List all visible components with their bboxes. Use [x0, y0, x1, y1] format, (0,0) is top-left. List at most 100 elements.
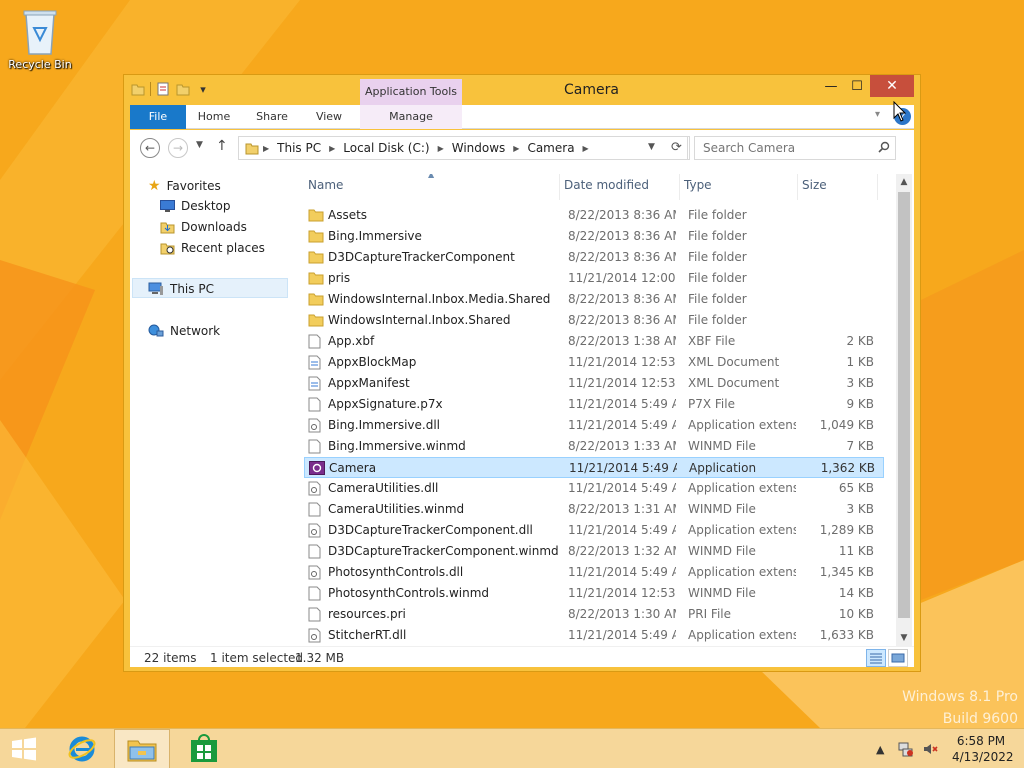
- file-date-modified: 11/21/2014 5:49 AM: [568, 397, 676, 411]
- file-type: Application extens...: [688, 418, 796, 432]
- show-hidden-icons-button[interactable]: ▲: [876, 729, 884, 768]
- file-name: CameraUtilities.dll: [328, 481, 439, 495]
- tab-manage[interactable]: Manage: [360, 105, 462, 129]
- file-row[interactable]: PhotosynthControls.winmd 11/21/2014 12:53…: [304, 583, 884, 604]
- file-type: WINMD File: [688, 586, 756, 600]
- file-row[interactable]: WindowsInternal.Inbox.Media.Shared 8/22/2…: [304, 289, 884, 310]
- tab-home[interactable]: Home: [190, 105, 238, 129]
- file-type: File folder: [688, 250, 747, 264]
- file-row[interactable]: PhotosynthControls.dll 11/21/2014 5:49 AM…: [304, 562, 884, 583]
- file-row[interactable]: App.xbf 8/22/2013 1:38 AM XBF File 2 KB: [304, 331, 884, 352]
- file-size: 9 KB: [846, 397, 874, 411]
- start-button[interactable]: [0, 729, 48, 768]
- nav-favorites[interactable]: ★ Favorites: [148, 178, 221, 194]
- breadcrumb-windows[interactable]: Windows: [452, 141, 506, 155]
- file-row[interactable]: Camera 11/21/2014 5:49 AM Application 1,362…: [304, 457, 884, 478]
- file-row[interactable]: D3DCaptureTrackerComponent.winmd 8/22/201…: [304, 541, 884, 562]
- new-folder-icon[interactable]: [175, 81, 191, 97]
- downloads-icon: [160, 222, 175, 234]
- breadcrumb-local-disk[interactable]: Local Disk (C:): [343, 141, 429, 155]
- scroll-down-icon[interactable]: ▼: [896, 630, 912, 646]
- file-name: AppxBlockMap: [328, 355, 417, 369]
- breadcrumb-camera[interactable]: Camera: [527, 141, 574, 155]
- network-tray-icon[interactable]: [898, 729, 914, 768]
- search-icon[interactable]: [878, 141, 890, 153]
- recycle-bin-shortcut[interactable]: Recycle Bin: [4, 6, 76, 71]
- file-type: Application: [689, 461, 757, 475]
- file-date-modified: 11/21/2014 5:49 AM: [569, 461, 677, 475]
- file-name: resources.pri: [328, 607, 406, 621]
- store-icon: [191, 734, 217, 762]
- column-header-date[interactable]: Date modified: [560, 174, 680, 200]
- file-row[interactable]: Assets 8/22/2013 8:36 AM File folder: [304, 205, 884, 226]
- tab-file[interactable]: File: [130, 105, 186, 129]
- file-row[interactable]: AppxBlockMap 11/21/2014 12:53 ... XML Docu…: [304, 352, 884, 373]
- file-type: File folder: [688, 271, 747, 285]
- minimize-button[interactable]: —: [818, 75, 844, 97]
- close-button[interactable]: ✕: [870, 75, 914, 97]
- column-header-size[interactable]: Size: [798, 174, 878, 200]
- file-name: WindowsInternal.Inbox.Media.Shared: [328, 292, 551, 306]
- details-view-button[interactable]: [866, 649, 886, 667]
- refresh-button[interactable]: ⟳: [666, 136, 688, 160]
- tab-share[interactable]: Share: [250, 105, 294, 129]
- nav-desktop[interactable]: Desktop: [160, 199, 231, 213]
- file-name: WindowsInternal.Inbox.Shared: [328, 313, 511, 327]
- file-row[interactable]: StitcherRT.dll 11/21/2014 5:49 AM Applicat…: [304, 625, 884, 644]
- file-date-modified: 8/22/2013 1:38 AM: [568, 334, 676, 348]
- maximize-button[interactable]: ☐: [844, 75, 870, 97]
- up-button[interactable]: ↑: [216, 138, 228, 154]
- taskbar-internet-explorer[interactable]: [54, 729, 110, 768]
- large-icons-view-button[interactable]: [888, 649, 908, 667]
- file-row[interactable]: CameraUtilities.winmd 8/22/2013 1:31 AM WI…: [304, 499, 884, 520]
- file-row[interactable]: Bing.Immersive.dll 11/21/2014 5:49 AM Appl…: [304, 415, 884, 436]
- vertical-scrollbar[interactable]: ▲ ▼: [896, 174, 912, 646]
- folder-icon: [308, 271, 324, 288]
- file-row[interactable]: CameraUtilities.dll 11/21/2014 5:49 AM App…: [304, 478, 884, 499]
- folder-icon: [308, 229, 324, 246]
- file-date-modified: 8/22/2013 1:31 AM: [568, 502, 676, 516]
- volume-tray-icon[interactable]: [922, 729, 938, 768]
- title-bar[interactable]: ▾ Application Tools Camera — ☐ ✕: [124, 75, 920, 105]
- back-button[interactable]: ←: [140, 138, 160, 158]
- file-date-modified: 11/21/2014 12:53 ...: [568, 376, 676, 390]
- file-row[interactable]: resources.pri 8/22/2013 1:30 AM PRI File 10…: [304, 604, 884, 625]
- file-row[interactable]: pris 11/21/2014 12:00 ... File folder: [304, 268, 884, 289]
- file-row[interactable]: AppxSignature.p7x 11/21/2014 5:49 AM P7X F…: [304, 394, 884, 415]
- file-size: 3 KB: [846, 376, 874, 390]
- nav-network[interactable]: Network: [148, 324, 220, 338]
- file-date-modified: 8/22/2013 1:30 AM: [568, 607, 676, 621]
- nav-this-pc[interactable]: This PC: [148, 282, 214, 296]
- recent-locations-chevron-icon[interactable]: ▼: [196, 140, 203, 150]
- column-header-type[interactable]: Type: [680, 174, 798, 200]
- file-row[interactable]: Bing.Immersive 8/22/2013 8:36 AM File fold…: [304, 226, 884, 247]
- file-size: 65 KB: [838, 481, 874, 495]
- forward-button[interactable]: →: [168, 138, 188, 158]
- camera-app-icon: [309, 461, 325, 478]
- file-size: 7 KB: [846, 439, 874, 453]
- customize-chevron-icon[interactable]: ▾: [195, 81, 211, 97]
- tab-view[interactable]: View: [308, 105, 350, 129]
- taskbar-file-explorer[interactable]: [114, 729, 170, 768]
- window-title: Camera: [564, 82, 619, 98]
- breadcrumb-this-pc[interactable]: This PC: [277, 141, 321, 155]
- address-bar[interactable]: ▶ This PC ▶ Local Disk (C:) ▶ Windows ▶ …: [238, 136, 690, 160]
- column-header-name[interactable]: Name: [304, 174, 560, 200]
- file-row[interactable]: D3DCaptureTrackerComponent 8/22/2013 8:36…: [304, 247, 884, 268]
- file-row[interactable]: WindowsInternal.Inbox.Shared 8/22/2013 8:…: [304, 310, 884, 331]
- nav-recent-places[interactable]: Recent places: [160, 241, 265, 255]
- file-row[interactable]: D3DCaptureTrackerComponent.dll 11/21/2014…: [304, 520, 884, 541]
- search-input[interactable]: [694, 136, 896, 160]
- file-date-modified: 11/21/2014 12:53 ...: [568, 586, 676, 600]
- scrollbar-thumb[interactable]: [898, 192, 910, 618]
- nav-downloads[interactable]: Downloads: [160, 220, 247, 234]
- expand-ribbon-icon[interactable]: ▾: [875, 109, 880, 120]
- taskbar-clock[interactable]: 6:58 PM 4/13/2022: [952, 733, 1014, 765]
- properties-icon[interactable]: [155, 81, 171, 97]
- scroll-up-icon[interactable]: ▲: [896, 174, 912, 190]
- xml-document-icon: [308, 376, 321, 394]
- file-row[interactable]: Bing.Immersive.winmd 8/22/2013 1:33 AM WIN…: [304, 436, 884, 457]
- file-row[interactable]: AppxManifest 11/21/2014 12:53 ... XML Docu…: [304, 373, 884, 394]
- taskbar-store[interactable]: [176, 729, 232, 768]
- address-dropdown-icon[interactable]: ▼: [648, 142, 655, 152]
